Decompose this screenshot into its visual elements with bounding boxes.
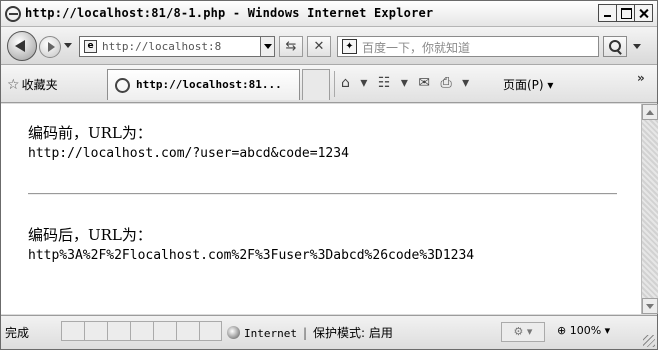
page-content: 编码前，URL为： http://localhost.com/?user=abc… xyxy=(1,104,641,314)
status-panel xyxy=(61,321,84,341)
globe-icon xyxy=(227,326,240,339)
navigation-bar: e http://localhost:8 ⇆ ✕ ✦ 百度一下，你就知道 xyxy=(1,27,657,65)
status-panel xyxy=(107,321,130,341)
back-button[interactable] xyxy=(7,31,37,61)
mail-icon[interactable]: ✉ xyxy=(418,75,430,91)
favorites-label: 收藏夹 xyxy=(21,78,58,92)
maximize-button[interactable] xyxy=(616,4,635,22)
after-url: http%3A%2F%2Flocalhost.com%2F%3Fuser%3Da… xyxy=(28,248,475,263)
security-zone[interactable]: Internet | 保护模式: 启用 xyxy=(227,324,393,341)
search-input[interactable]: 百度一下，你就知道 xyxy=(362,39,470,56)
page-menu[interactable]: 页面(P) ▾ xyxy=(503,76,553,93)
recent-pages-dropdown[interactable] xyxy=(64,43,72,48)
home-icon[interactable]: ⌂ xyxy=(341,75,350,91)
status-panel xyxy=(153,321,176,341)
zone-name: Internet xyxy=(244,327,297,340)
window-controls xyxy=(598,4,653,22)
window-title: http://localhost:81/8-1.php - Windows In… xyxy=(25,6,434,20)
address-input[interactable]: http://localhost:8 xyxy=(102,40,260,53)
before-url: http://localhost.com/?user=abcd&code=123… xyxy=(28,146,349,161)
zoom-icon: ⊕ xyxy=(557,324,567,337)
print-dropdown-icon[interactable]: ▾ xyxy=(462,75,469,91)
page-menu-label: 页面(P) xyxy=(503,78,544,92)
forward-button[interactable] xyxy=(39,36,61,58)
browser-window: http://localhost:81/8-1.php - Windows In… xyxy=(0,0,658,350)
star-icon: ☆ xyxy=(7,77,20,93)
baidu-logo-icon: ✦ xyxy=(342,39,357,54)
status-panel xyxy=(84,321,107,341)
before-label: 编码前，URL为： xyxy=(28,124,152,142)
address-bar[interactable]: e http://localhost:8 xyxy=(79,36,275,57)
zoom-level: 100% xyxy=(569,324,602,337)
address-dropdown[interactable] xyxy=(260,37,274,56)
new-tab-button[interactable] xyxy=(302,69,330,100)
page-icon: e xyxy=(84,40,97,53)
printer-icon[interactable]: ⎙ xyxy=(441,75,452,91)
status-panel xyxy=(176,321,199,341)
status-panel xyxy=(130,321,153,341)
status-text: 完成 xyxy=(5,326,30,340)
more-tools-button[interactable]: » xyxy=(637,71,645,85)
command-icons: ⌂ ▾ ☷ ▾ ✉ ⎙ ▾ xyxy=(341,75,475,91)
search-options-dropdown[interactable] xyxy=(633,44,641,49)
tab-title: http://localhost:81... xyxy=(136,78,282,91)
status-bar: 完成 Internet | 保护模式: 启用 ⚙ ▾ ⊕ 100% ▾ xyxy=(1,315,657,349)
search-box[interactable]: ✦ 百度一下，你就知道 xyxy=(337,36,599,57)
horizontal-divider xyxy=(28,193,617,195)
command-bar: ☆ 收藏夹 http://localhost:81... ⌂ ▾ ☷ ▾ ✉ ⎙ … xyxy=(1,65,657,103)
refresh-icon[interactable]: ⇆ xyxy=(279,36,303,57)
resize-grip[interactable] xyxy=(643,335,655,347)
zone-separator: | xyxy=(302,326,308,340)
status-panel xyxy=(199,321,222,341)
status-panels xyxy=(61,321,222,341)
favorites-button[interactable]: ☆ 收藏夹 xyxy=(7,76,58,93)
tab-current[interactable]: http://localhost:81... xyxy=(107,69,300,100)
rss-icon[interactable]: ☷ xyxy=(378,75,391,91)
protected-mode: 保护模式: 启用 xyxy=(313,326,393,340)
search-button[interactable] xyxy=(603,36,627,57)
after-label: 编码后，URL为： xyxy=(28,226,152,244)
home-dropdown-icon[interactable]: ▾ xyxy=(360,75,367,91)
toolbar-divider xyxy=(334,71,335,97)
stop-icon[interactable]: ✕ xyxy=(307,36,331,57)
scroll-down-button[interactable] xyxy=(642,298,658,314)
scroll-up-button[interactable] xyxy=(642,104,658,120)
title-bar: http://localhost:81/8-1.php - Windows In… xyxy=(1,1,657,27)
zoom-button[interactable]: ⊕ 100% ▾ xyxy=(557,324,610,337)
close-button[interactable] xyxy=(634,4,653,22)
vertical-scrollbar[interactable] xyxy=(641,104,658,314)
feeds-dropdown-icon[interactable]: ▾ xyxy=(401,75,408,91)
ie-logo-icon xyxy=(5,6,21,22)
minimize-button[interactable] xyxy=(598,4,617,22)
security-settings-button[interactable]: ⚙ ▾ xyxy=(501,322,545,342)
ie-page-icon xyxy=(115,78,130,93)
